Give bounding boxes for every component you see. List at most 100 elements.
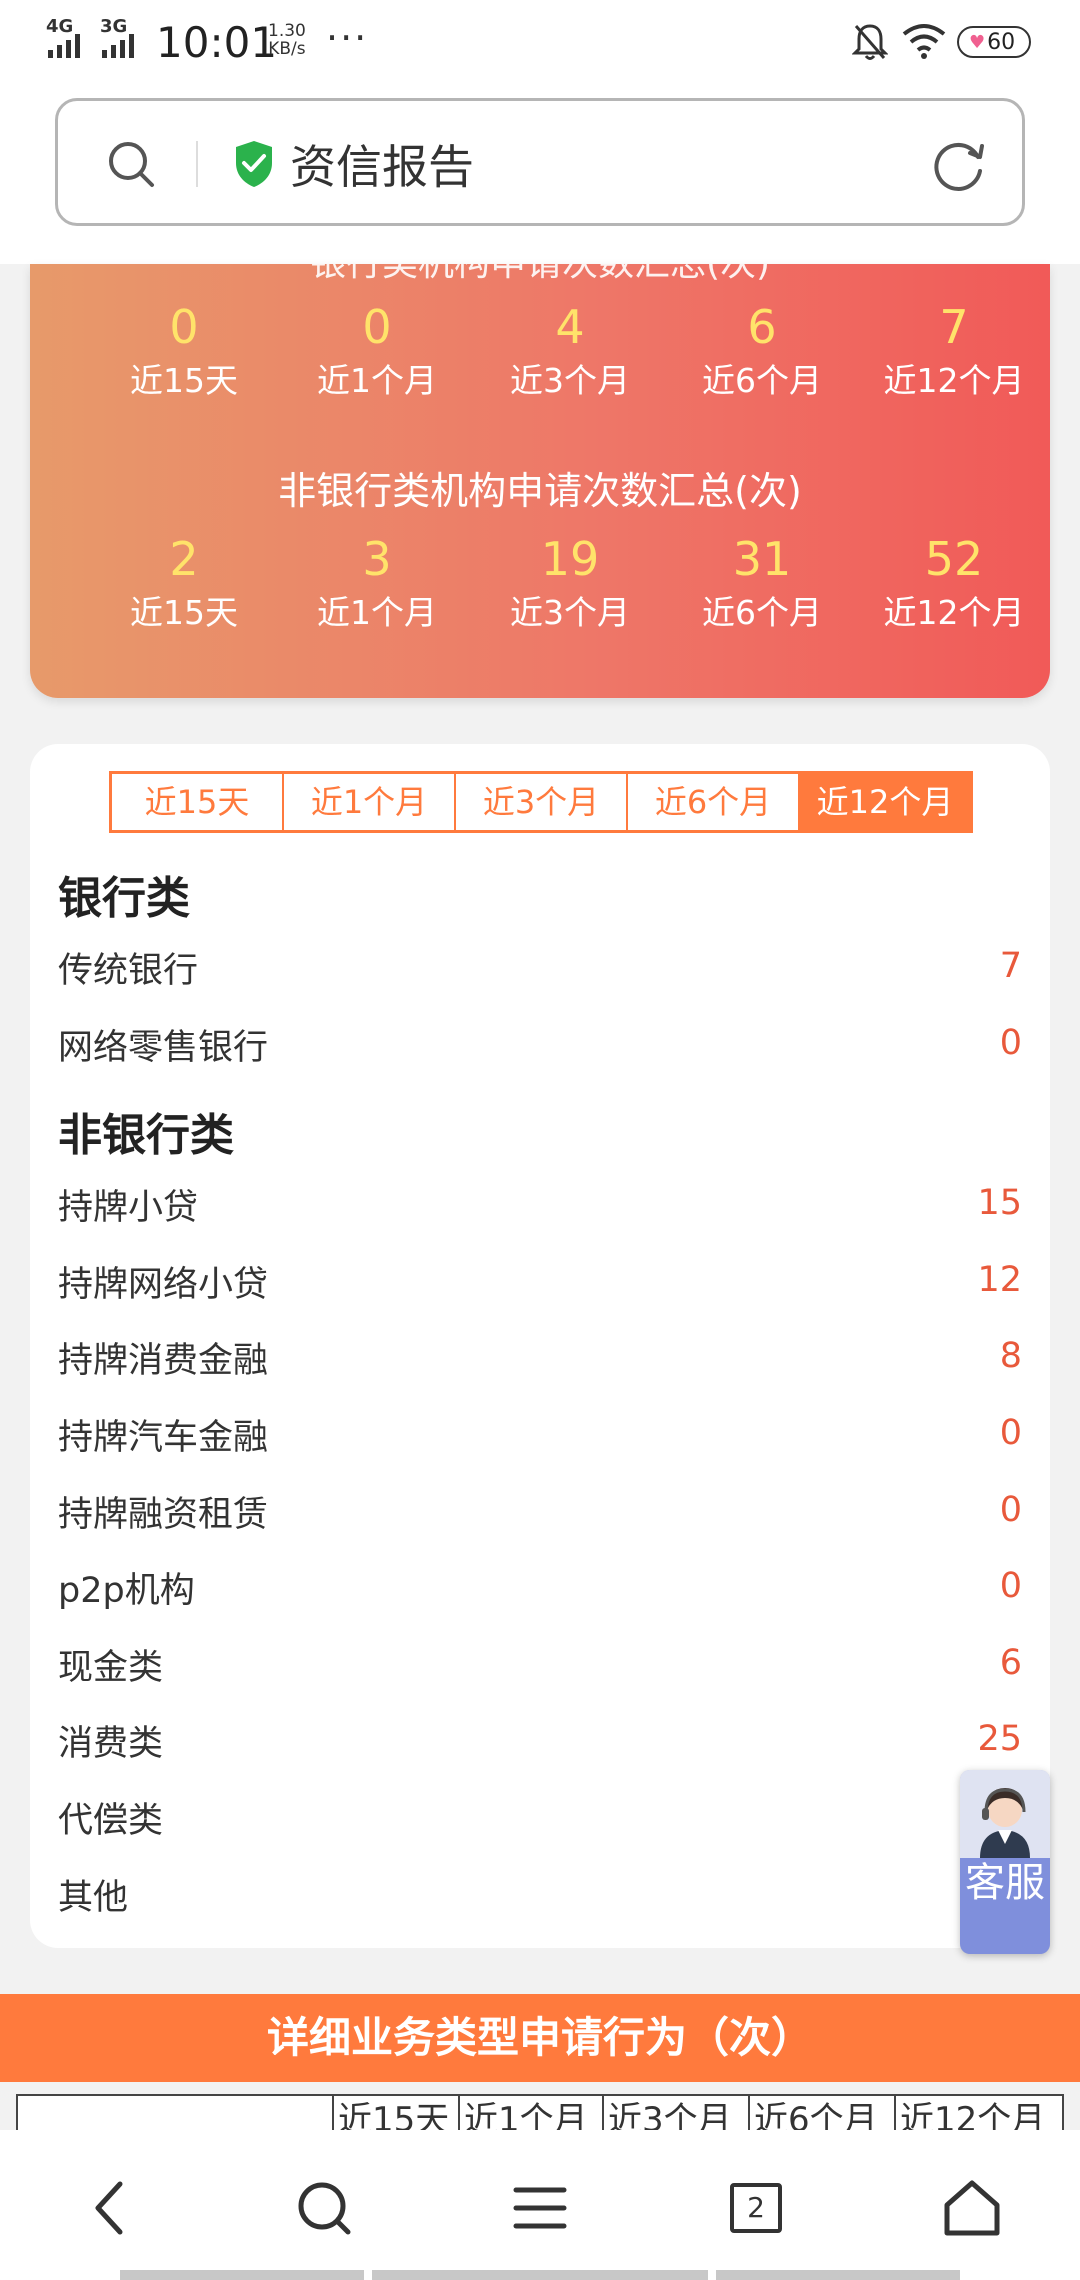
summary-label: 近15天 [130,593,238,632]
refresh-icon[interactable] [928,135,990,197]
search-icon [298,2182,351,2235]
summary-label: 近12个月 [883,361,1025,400]
tabs-button[interactable]: 2 [716,2176,796,2240]
item-name: 持牌融资租赁 [58,1495,269,1535]
list-item: 其他 [58,1869,1022,1929]
table-header-cell: 近12个月 [894,2096,1062,2134]
home-icon [944,2180,1000,2236]
summary-cell: 4 近3个月 [470,300,670,402]
summary-cell: 2 近15天 [84,532,284,634]
nonbank-section-title: 非银行类 [58,1110,234,1161]
item-value: 8 [999,1336,1022,1376]
table-header-cell: 近6个月 [748,2096,894,2134]
item-value: 0 [999,1413,1022,1453]
summary-cell: 7 近12个月 [854,300,1050,402]
tab-15-days[interactable]: 近15天 [112,774,284,830]
wifi-icon [902,24,946,59]
item-value: 6 [999,1643,1022,1683]
customer-service-avatar-icon [960,1770,1050,1858]
status-bar: 4G 3G 10:01 1.30 KB/s ··· ♥ 60 [0,0,1080,88]
table-header-cell: 近1个月 [458,2096,602,2134]
summary-value: 2 [169,532,199,586]
gesture-bar-center [372,2270,708,2280]
summary-value: 19 [540,532,600,586]
menu-button[interactable] [500,2176,580,2240]
list-item: 网络零售银行 0 [58,1019,1022,1079]
summary-label: 近1个月 [317,361,437,400]
table-header-cell [18,2096,332,2134]
item-name: 传统银行 [58,951,199,991]
back-button[interactable] [70,2176,150,2240]
shield-check-icon [236,141,272,187]
summary-label: 近6个月 [702,361,822,400]
tab-1-month[interactable]: 近1个月 [284,774,456,830]
summary-label: 近12个月 [883,593,1025,632]
item-value: 0 [999,1490,1022,1530]
item-value: 25 [977,1719,1022,1759]
list-item: 现金类 6 [58,1639,1022,1699]
list-item: 持牌融资租赁 0 [58,1486,1022,1546]
customer-service-button[interactable]: 客服 [960,1770,1050,1954]
network-speed: 1.30 KB/s [268,22,306,58]
tab-3-months[interactable]: 近3个月 [456,774,628,830]
clock: 10:01 [156,18,278,67]
item-name: p2p机构 [58,1571,195,1611]
gesture-bar-left [120,2270,364,2280]
summary-label: 近15天 [130,361,238,400]
summary-cell: 0 近15天 [84,300,284,402]
summary-cell: 52 近12个月 [854,532,1050,634]
summary-cell: 0 近1个月 [277,300,477,402]
summary-value: 7 [939,300,969,354]
battery-level: 60 [987,29,1016,55]
back-icon [95,2181,123,2235]
bank-summary-row: 0 近15天 0 近1个月 4 近3个月 6 近6个月 7 近12个月 [30,300,1050,400]
item-value: 7 [999,946,1022,986]
search-icon[interactable] [102,135,162,195]
list-item: 持牌网络小贷 12 [58,1256,1022,1316]
application-summary-card: 银行类机构申请次数汇总(次) 0 近15天 0 近1个月 4 近3个月 6 近6个月 7… [30,264,1050,698]
item-name: 代偿类 [58,1801,164,1841]
list-item: 代偿类 [58,1792,1022,1852]
summary-value: 52 [924,532,984,586]
item-value: 12 [977,1260,1022,1300]
summary-label: 近3个月 [510,593,630,632]
item-value: 0 [999,1023,1022,1063]
tab-12-months[interactable]: 近12个月 [800,774,970,830]
summary-label: 近6个月 [702,593,822,632]
divider [196,141,198,187]
period-tabs: 近15天 近1个月 近3个月 近6个月 近12个月 [109,771,973,833]
address-bar[interactable]: 资信报告 [55,98,1025,226]
summary-value: 0 [169,300,199,354]
summary-label: 近1个月 [317,593,437,632]
address-bar-area: 资信报告 [0,88,1080,264]
summary-label: 近3个月 [510,361,630,400]
item-value: 15 [977,1183,1022,1223]
item-name: 现金类 [58,1648,164,1688]
bell-muted-icon [852,24,888,60]
battery-indicator: ♥ 60 [957,26,1031,58]
item-name: 持牌小贷 [58,1188,199,1228]
table-header-cell: 近3个月 [602,2096,748,2134]
summary-value: 31 [732,532,792,586]
item-name: 持牌消费金融 [58,1341,269,1381]
customer-service-label: 客服 [965,1860,1045,1906]
institution-breakdown-card: 近15天 近1个月 近3个月 近6个月 近12个月 银行类 传统银行 7 网络零售… [30,744,1050,1948]
item-name: 持牌网络小贷 [58,1265,269,1305]
summary-cell: 3 近1个月 [277,532,477,634]
page-title: 资信报告 [290,140,474,194]
home-button[interactable] [932,2176,1012,2240]
speed-unit: KB/s [268,39,306,59]
search-button[interactable] [284,2176,364,2240]
list-item: p2p机构 0 [58,1562,1022,1622]
list-item: 传统银行 7 [58,942,1022,1002]
tab-6-months[interactable]: 近6个月 [628,774,800,830]
browser-bottom-nav: 2 [0,2130,1080,2280]
item-name: 消费类 [58,1724,164,1764]
summary-value: 3 [362,532,392,586]
tab-count: 2 [747,2191,765,2224]
tabs-icon: 2 [730,2183,782,2233]
more-notifications-icon: ··· [326,16,369,60]
menu-icon [513,2187,567,2229]
nonbank-summary-title: 非银行类机构申请次数汇总(次) [278,469,802,513]
list-item: 消费类 25 [58,1715,1022,1775]
